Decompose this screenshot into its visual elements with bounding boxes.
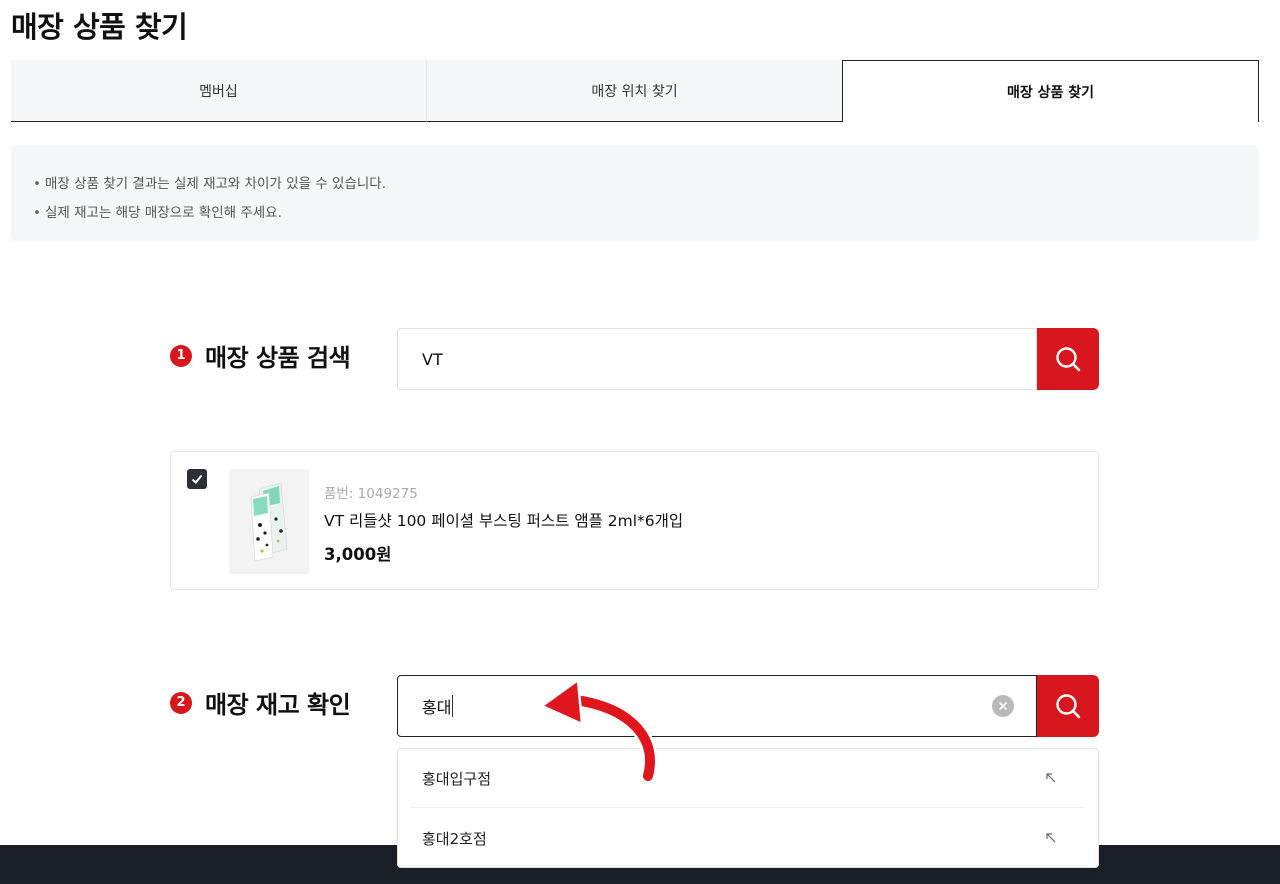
tab-store-product[interactable]: 매장 상품 찾기 xyxy=(842,60,1259,122)
store-suggestion-dropdown: 홍대입구점 홍대2호점 xyxy=(397,748,1099,868)
suggestion-item[interactable]: 홍대2호점 xyxy=(410,809,1084,868)
clear-button[interactable] xyxy=(992,695,1014,717)
store-search-value: 홍대 xyxy=(422,698,452,717)
clear-icon xyxy=(999,702,1007,710)
page-title: 매장 상품 찾기 xyxy=(11,10,188,44)
product-checkbox[interactable] xyxy=(187,469,207,489)
section-title: 매장 재고 확인 xyxy=(205,691,351,719)
product-name[interactable]: VT 리들샷 100 페이셜 부스팅 퍼스트 앰플 2ml*6개입 xyxy=(324,509,683,531)
text-caret xyxy=(452,695,454,717)
product-image xyxy=(229,469,309,574)
suggestion-item[interactable]: 홍대입구점 xyxy=(410,749,1084,808)
stock-search-label: 2 매장 재고 확인 xyxy=(170,685,351,720)
product-code: 품번: 1049275 xyxy=(324,486,418,502)
search-icon xyxy=(1056,347,1081,372)
product-search-value: VT xyxy=(422,349,443,369)
suggestion-label: 홍대입구점 xyxy=(422,769,492,788)
notice-item: 매장 상품 찾기 결과는 실제 재고와 차이가 있을 수 있습니다. xyxy=(33,170,1237,199)
check-icon xyxy=(191,474,203,484)
arrow-up-left-icon xyxy=(1046,833,1056,843)
tab-membership[interactable]: 멤버십 xyxy=(11,60,426,122)
product-price: 3,000원 xyxy=(324,545,392,564)
notice-item: 실제 재고는 해당 매장으로 확인해 주세요. xyxy=(33,199,1237,228)
store-search-input[interactable]: 홍대 xyxy=(397,675,1037,737)
suggestion-label: 홍대2호점 xyxy=(422,830,487,848)
search-icon xyxy=(1056,694,1081,719)
arrow-up-left-icon xyxy=(1046,773,1056,783)
product-search-input[interactable]: VT xyxy=(397,328,1037,390)
product-search-label: 1 매장 상품 검색 xyxy=(170,338,351,373)
step-badge: 2 xyxy=(170,691,192,714)
notice-box: 매장 상품 찾기 결과는 실제 재고와 차이가 있을 수 있습니다. 실제 재고… xyxy=(11,145,1259,242)
product-search-button[interactable] xyxy=(1037,328,1099,390)
step-badge: 1 xyxy=(170,344,192,367)
product-card: 품번: 1049275 VT 리들샷 100 페이셜 부스팅 퍼스트 앰플 2m… xyxy=(170,451,1099,590)
store-search-button[interactable] xyxy=(1037,675,1099,737)
tab-store-location[interactable]: 매장 위치 찾기 xyxy=(426,60,842,122)
tab-bar: 멤버십 매장 위치 찾기 매장 상품 찾기 xyxy=(11,60,1259,122)
section-title: 매장 상품 검색 xyxy=(205,344,351,372)
